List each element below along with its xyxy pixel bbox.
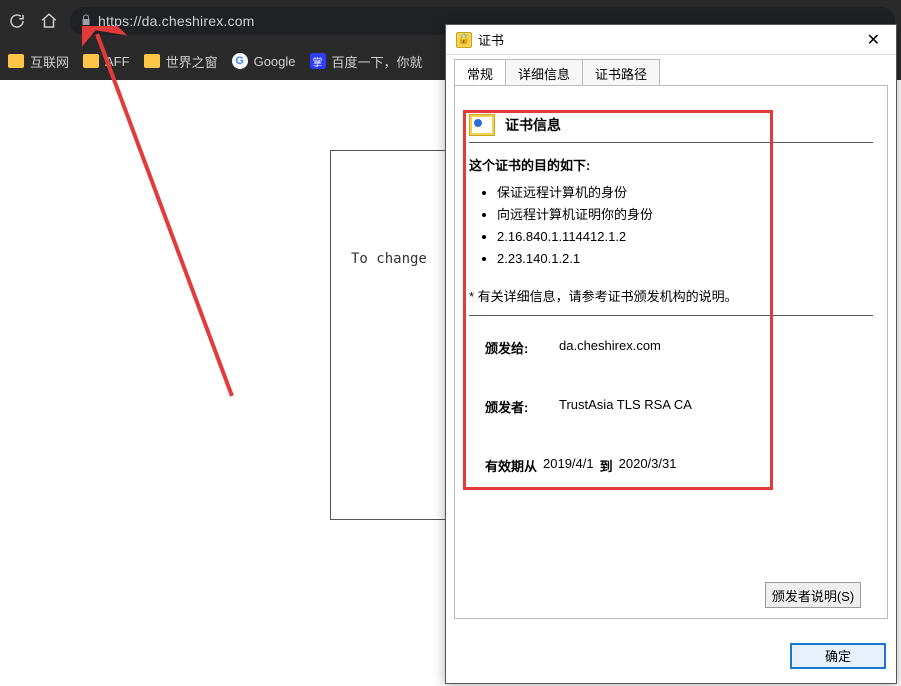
dialog-titlebar: 🔒 证书 ✕ — [446, 25, 896, 55]
validity-from: 2019/4/1 — [543, 456, 594, 475]
bookmark-label: Google — [254, 54, 296, 69]
divider — [469, 315, 873, 316]
issuer-value: TrustAsia TLS RSA CA — [559, 397, 692, 416]
reload-button[interactable] — [6, 10, 28, 32]
purpose-heading: 这个证书的目的如下: — [469, 155, 873, 174]
purpose-item: 向远程计算机证明你的身份 — [497, 204, 873, 226]
bookmark-label: AFF — [105, 54, 130, 69]
bookmark-item[interactable]: AFF — [83, 54, 130, 69]
issuer-label: 颁发者: — [485, 397, 559, 416]
issuer-statement-button[interactable]: 颁发者说明(S) — [765, 582, 861, 608]
bookmark-label: 百度一下，你就 — [332, 52, 423, 71]
tab-pane-general: 证书信息 这个证书的目的如下: 保证远程计算机的身份 向远程计算机证明你的身份 … — [454, 85, 888, 619]
validity-to: 2020/3/31 — [619, 456, 677, 475]
google-icon: G — [232, 53, 248, 69]
purpose-list: 保证远程计算机的身份 向远程计算机证明你的身份 2.16.840.1.11441… — [469, 182, 873, 270]
close-button[interactable]: ✕ — [861, 28, 886, 52]
bookmark-label: 世界之窗 — [166, 52, 218, 71]
bookmark-item[interactable]: 互联网 — [8, 52, 69, 71]
folder-icon — [83, 54, 99, 68]
purpose-item: 保证远程计算机的身份 — [497, 182, 873, 204]
baidu-icon: 掌 — [310, 53, 326, 69]
purpose-item: 2.23.140.1.2.1 — [497, 248, 873, 270]
issued-to-value: da.cheshirex.com — [559, 338, 661, 357]
cert-info-title: 证书信息 — [505, 115, 561, 135]
issued-to-label: 颁发给: — [485, 338, 559, 357]
tab-path[interactable]: 证书路径 — [582, 59, 660, 85]
tab-general[interactable]: 常规 — [454, 59, 506, 85]
bookmark-label: 互联网 — [30, 52, 69, 71]
ca-note: * 有关详细信息，请参考证书颁发机构的说明。 — [469, 286, 873, 305]
divider — [469, 142, 873, 143]
bookmark-item[interactable]: G Google — [232, 53, 296, 69]
lock-icon — [80, 13, 92, 30]
dialog-body: 常规 详细信息 证书路径 证书信息 这个证书的目的如下: 保证远程计算机的身份 … — [446, 55, 896, 627]
validity-label: 有效期从 — [485, 456, 537, 475]
purpose-item: 2.16.840.1.114412.1.2 — [497, 226, 873, 248]
dialog-footer: 确定 — [446, 627, 896, 683]
certificate-icon: 🔒 — [456, 32, 472, 48]
cert-info-icon — [469, 114, 495, 136]
url-text: https://da.cheshirex.com — [98, 13, 255, 29]
dialog-title: 证书 — [478, 30, 504, 49]
folder-icon — [8, 54, 24, 68]
validity-to-word: 到 — [600, 456, 613, 475]
certificate-dialog: 🔒 证书 ✕ 常规 详细信息 证书路径 证书信息 这个证书的目的如下: 保证远程… — [445, 24, 897, 684]
bookmark-item[interactable]: 掌 百度一下，你就 — [310, 52, 423, 71]
ok-button[interactable]: 确定 — [790, 643, 886, 669]
bookmark-item[interactable]: 世界之窗 — [144, 52, 218, 71]
folder-icon — [144, 54, 160, 68]
tab-details[interactable]: 详细信息 — [505, 59, 583, 85]
home-button[interactable] — [38, 10, 60, 32]
tabs: 常规 详细信息 证书路径 — [454, 59, 888, 85]
